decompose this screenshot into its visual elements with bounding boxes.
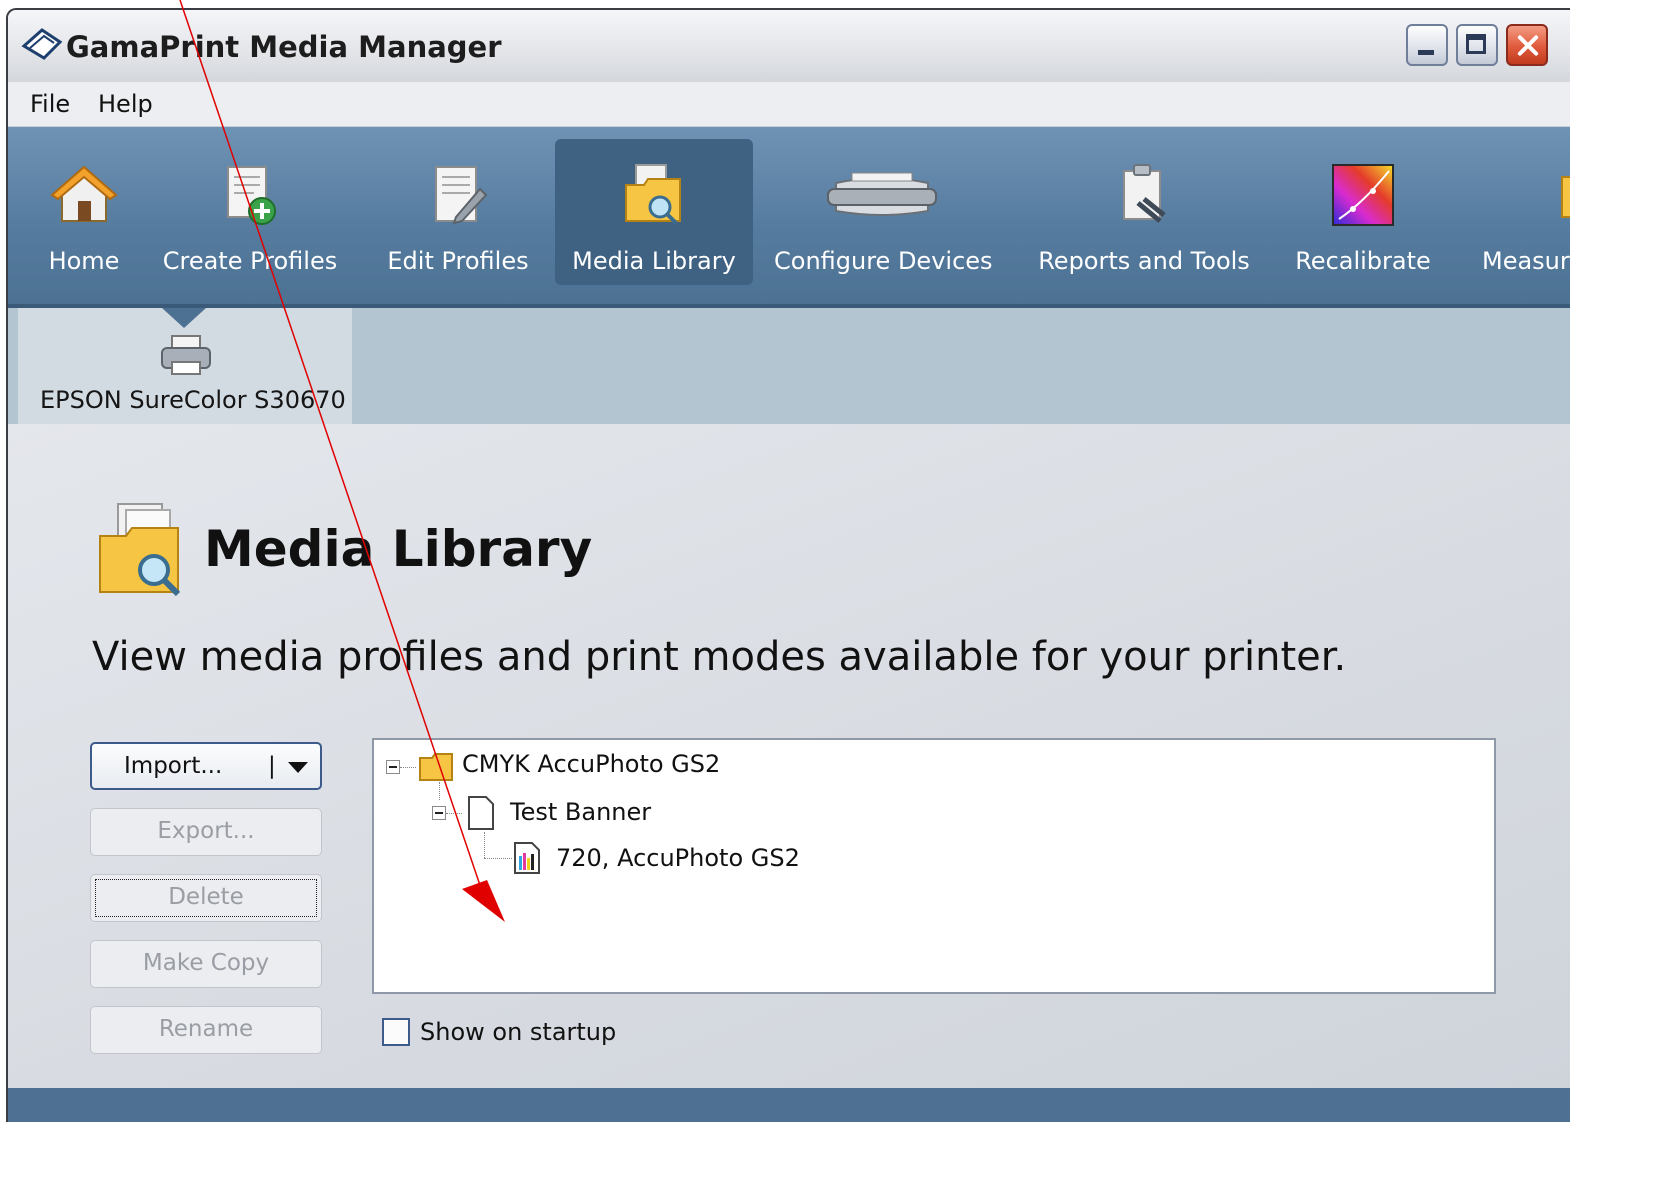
measure-icon <box>1561 176 1570 218</box>
toolbar-label: Media Library <box>572 247 736 275</box>
toolbar-recalibrate-button[interactable]: Recalibrate <box>1290 139 1436 285</box>
maximize-button[interactable] <box>1456 24 1498 66</box>
toolbar-label: Configure Devices <box>774 247 993 275</box>
reports-tools-icon <box>1123 164 1166 223</box>
printer-icon <box>827 172 937 216</box>
media-library-icon <box>99 503 181 597</box>
toolbar-label: Measure <box>1482 247 1570 275</box>
tree-item-child[interactable]: Test Banner <box>510 798 651 826</box>
document-icon <box>468 796 494 830</box>
menu-file[interactable]: File <box>26 88 74 120</box>
minimize-button[interactable] <box>1406 24 1448 66</box>
make-copy-button[interactable]: Make Copy <box>90 940 322 988</box>
create-profile-icon <box>227 166 276 225</box>
show-on-startup-checkbox[interactable] <box>382 1018 410 1046</box>
app-logo-icon <box>21 28 63 60</box>
recalibrate-icon <box>1332 164 1394 226</box>
chevron-down-icon[interactable] <box>288 762 308 773</box>
toolbar-label: Recalibrate <box>1295 247 1431 275</box>
media-library-icon <box>625 164 681 225</box>
device-label: EPSON SureColor S30670 <box>40 386 346 414</box>
toolbar-label: Reports and Tools <box>1038 247 1250 275</box>
printer-icon <box>161 335 211 375</box>
page-title: Media Library <box>204 520 593 578</box>
import-separator: | <box>268 753 276 779</box>
rename-button[interactable]: Rename <box>90 1006 322 1054</box>
close-button[interactable] <box>1506 24 1548 66</box>
toolbar-label: Home <box>48 247 120 275</box>
collapse-icon[interactable] <box>386 760 400 774</box>
toolbar-configure-devices-button[interactable]: Configure Devices <box>774 139 993 285</box>
import-button[interactable]: Import... | <box>90 742 322 790</box>
tree-connector <box>484 832 485 858</box>
toolbar-edit-profiles-button[interactable]: Edit Profiles <box>378 139 538 285</box>
menu-bar: File Help <box>8 82 1570 127</box>
active-tab-pointer <box>162 308 206 328</box>
tree-item-leaf[interactable]: 720, AccuPhoto GS2 <box>556 844 800 872</box>
device-strip: EPSON SureColor S30670 <box>8 308 1570 424</box>
import-label: Import... <box>124 753 223 779</box>
toolbar-measure-button[interactable]: Measure <box>1478 139 1570 285</box>
color-profile-icon <box>514 842 540 874</box>
toolbar-home-button[interactable]: Home <box>38 139 130 285</box>
media-tree[interactable]: CMYK AccuPhoto GS2 Test Banner 720, Accu… <box>372 738 1496 994</box>
tree-connector <box>446 813 462 814</box>
title-bar[interactable]: GamaPrint Media Manager <box>8 10 1570 83</box>
tree-connector <box>400 767 416 768</box>
tree-connector <box>484 858 512 859</box>
status-bar <box>8 1088 1570 1122</box>
collapse-icon[interactable] <box>432 806 446 820</box>
folder-icon <box>419 753 453 781</box>
home-icon <box>50 165 118 222</box>
tree-item-root[interactable]: CMYK AccuPhoto GS2 <box>462 750 720 778</box>
menu-help[interactable]: Help <box>94 88 157 120</box>
toolbar-label: Create Profiles <box>162 247 338 275</box>
toolbar-label: Edit Profiles <box>387 247 529 275</box>
app-window: GamaPrint Media Manager File Help Home C… <box>6 8 1570 1122</box>
media-library-panel: Media Library View media profiles and pr… <box>8 424 1570 1088</box>
toolbar-reports-tools-button[interactable]: Reports and Tools <box>1033 139 1255 285</box>
export-button[interactable]: Export... <box>90 808 322 856</box>
tree-connector <box>439 782 440 800</box>
edit-profile-icon <box>435 166 488 225</box>
toolbar-media-library-button[interactable]: Media Library <box>555 139 753 285</box>
window-title: GamaPrint Media Manager <box>66 30 502 64</box>
page-subtitle: View media profiles and print modes avai… <box>92 634 1347 680</box>
main-toolbar: Home Create Profiles Edit Profiles Media… <box>8 127 1570 308</box>
show-on-startup-label: Show on startup <box>420 1018 617 1046</box>
toolbar-create-profiles-button[interactable]: Create Profiles <box>160 139 340 285</box>
delete-button[interactable]: Delete <box>90 874 322 922</box>
